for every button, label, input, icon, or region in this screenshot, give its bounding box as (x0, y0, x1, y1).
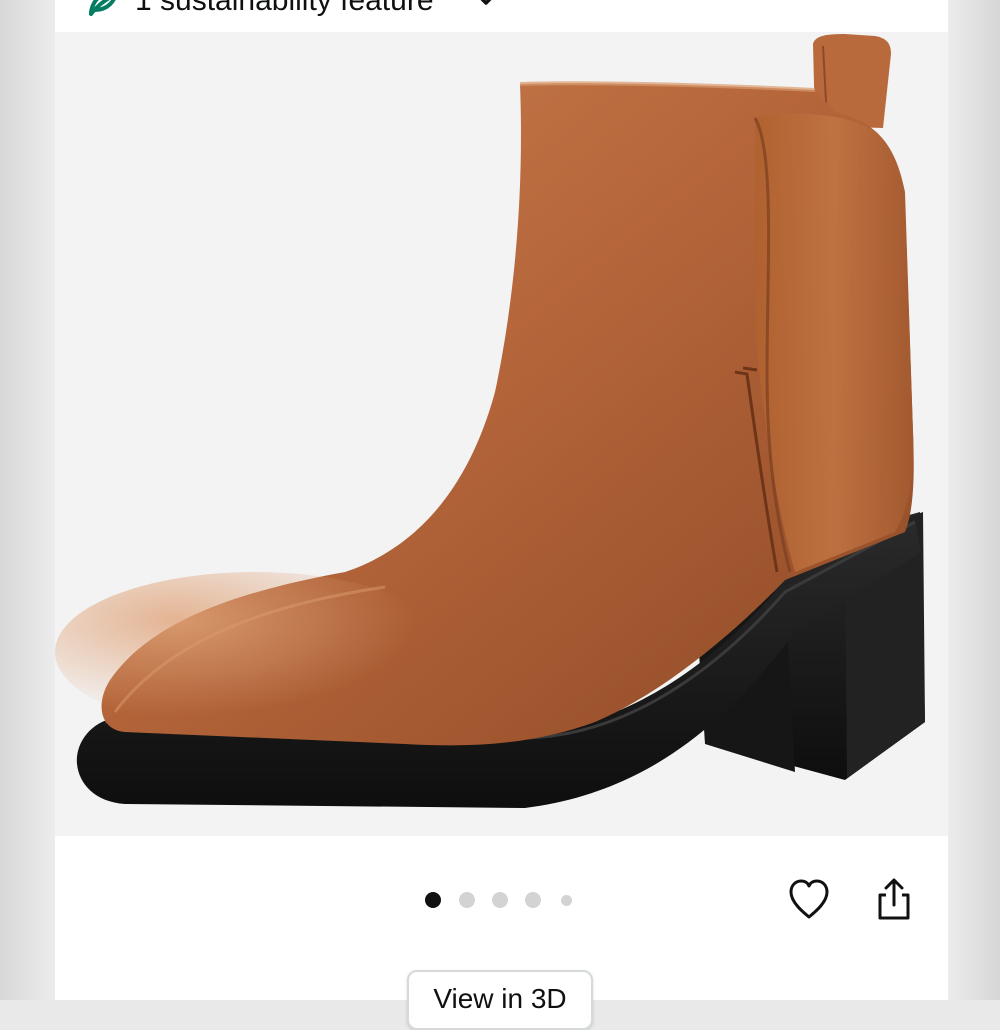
heart-icon[interactable] (785, 876, 833, 924)
carousel-indicator (417, 890, 577, 910)
right-backdrop (948, 0, 1000, 1000)
leaf-icon (89, 0, 116, 16)
share-icon[interactable] (870, 875, 918, 923)
carousel-dot[interactable] (561, 895, 572, 906)
product-image[interactable] (55, 32, 948, 836)
carousel-dot[interactable] (492, 892, 508, 908)
boot-image (55, 34, 925, 808)
product-panel: 1 sustainability feature View in 3D (55, 0, 948, 1030)
left-backdrop (0, 0, 55, 1000)
carousel-dot[interactable] (425, 892, 441, 908)
carousel-dot[interactable] (525, 892, 541, 908)
view-in-3d-button[interactable]: View in 3D (407, 970, 593, 1030)
sustainability-label: 1 sustainability feature (135, 0, 434, 17)
sustainability-banner[interactable]: 1 sustainability feature (55, 0, 948, 32)
chevron-down-icon[interactable] (473, 0, 499, 10)
carousel-dot[interactable] (459, 892, 475, 908)
